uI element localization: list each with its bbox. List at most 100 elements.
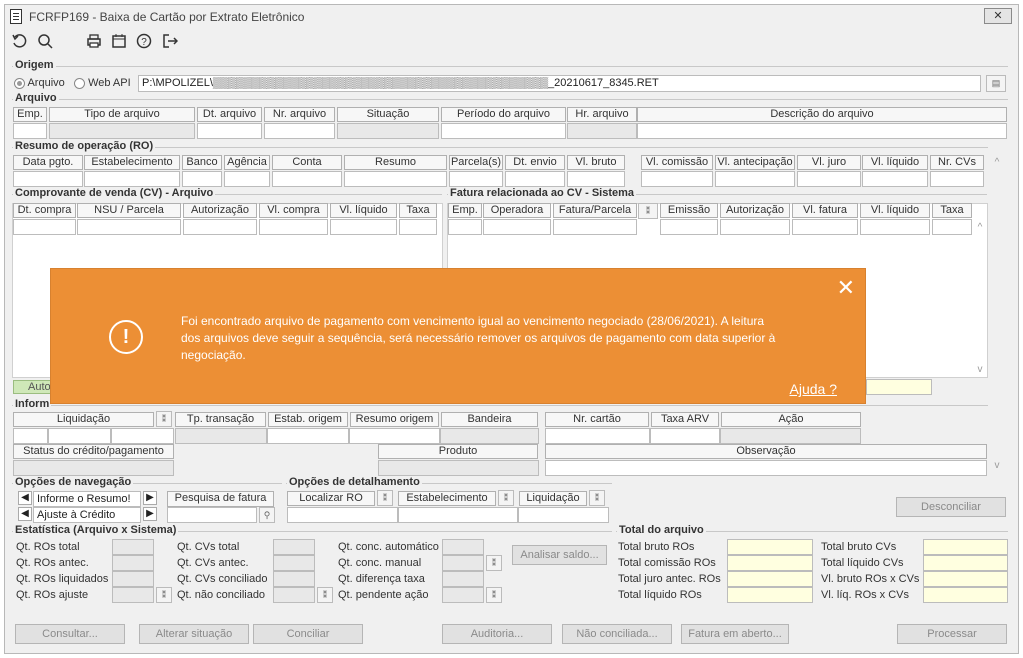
stat-label: Qt. conc. manual — [338, 557, 422, 569]
resumo-cell[interactable] — [797, 171, 861, 187]
fatura-col-header: Operadora — [483, 203, 551, 218]
consultar-button[interactable]: Consultar... — [15, 624, 125, 644]
nr-cartao-field[interactable] — [545, 428, 650, 444]
resumo-select[interactable]: Informe o Resumo! — [33, 491, 141, 507]
cv-cell[interactable] — [77, 219, 181, 235]
arquivo-cell[interactable] — [567, 123, 637, 139]
liquidacao-filter-icon[interactable]: ⁑ — [156, 411, 172, 427]
fatura-aberto-button[interactable]: Fatura em aberto... — [681, 624, 789, 644]
toast-help-link[interactable]: Ajuda ? — [790, 381, 837, 397]
pendente-acao-icon[interactable]: ⁑ — [486, 587, 502, 603]
conc-manual-icon[interactable]: ⁑ — [486, 555, 502, 571]
search-icon[interactable] — [35, 31, 55, 51]
arquivo-cell[interactable] — [337, 123, 439, 139]
prev-resumo-button[interactable]: ◀ — [18, 491, 32, 505]
fatura-filter-icon[interactable]: ⁑ — [638, 203, 658, 219]
resumo-cell[interactable] — [182, 171, 222, 187]
resumo-cell[interactable] — [13, 171, 83, 187]
cv-cell[interactable] — [13, 219, 76, 235]
fatura-cell[interactable] — [792, 219, 858, 235]
toast-close-icon[interactable]: ✕ — [837, 275, 855, 301]
cv-cell[interactable] — [259, 219, 328, 235]
liquidacao-det-filter-icon[interactable]: ⁑ — [589, 490, 605, 506]
arquivo-cell[interactable] — [441, 123, 566, 139]
arquivo-cell[interactable] — [637, 123, 1007, 139]
localizar-ro-input[interactable] — [287, 507, 398, 523]
stat-label: Qt. ROs ajuste — [16, 589, 89, 601]
resumo-cell[interactable] — [715, 171, 795, 187]
file-path-input[interactable]: P:\MPOLIZEL\▒▒▒▒▒▒▒▒▒▒▒▒▒▒▒▒▒▒▒▒▒▒▒▒▒▒▒▒… — [138, 75, 981, 92]
resumo-cell[interactable] — [344, 171, 447, 187]
liquidacao-input[interactable] — [518, 507, 609, 523]
calendar-icon[interactable] — [109, 31, 129, 51]
status-credito-header: Status do crédito/pagamento — [13, 444, 174, 459]
warning-toast: ! Foi encontrado arquivo de pagamento co… — [50, 268, 866, 404]
fatura-cell[interactable] — [720, 219, 790, 235]
exit-icon[interactable] — [160, 31, 180, 51]
localizar-ro-filter-icon[interactable]: ⁑ — [377, 490, 393, 506]
resumo-cell[interactable] — [862, 171, 928, 187]
stat-value — [112, 571, 154, 587]
fatura-cell[interactable] — [483, 219, 551, 235]
browse-file-icon[interactable]: ▤ — [986, 75, 1006, 92]
resumo-cell[interactable] — [505, 171, 565, 187]
help-icon[interactable]: ? — [134, 31, 154, 51]
resumo-cell[interactable] — [641, 171, 713, 187]
info-cell[interactable] — [349, 428, 440, 444]
cv-cell[interactable] — [183, 219, 257, 235]
info-cell[interactable] — [13, 428, 48, 444]
processar-button[interactable]: Processar — [897, 624, 1007, 644]
resumo-cell[interactable] — [930, 171, 984, 187]
print-icon[interactable] — [84, 31, 104, 51]
analisar-saldo-button[interactable]: Analisar saldo... — [512, 545, 607, 565]
cv-cell[interactable] — [330, 219, 397, 235]
undo-icon[interactable] — [9, 31, 29, 51]
estatistica-group-label: Estatística (Arquivo x Sistema) — [13, 524, 179, 536]
ro-ajuste-icon[interactable]: ⁑ — [156, 587, 172, 603]
nao-conciliado-icon[interactable]: ⁑ — [317, 587, 333, 603]
info-cell[interactable] — [48, 428, 111, 444]
nao-conciliada-button[interactable]: Não conciliada... — [562, 624, 672, 644]
cv-cell[interactable] — [399, 219, 437, 235]
close-window-button[interactable]: ✕ — [984, 8, 1012, 24]
conciliar-button[interactable]: Conciliar — [253, 624, 363, 644]
info-cell[interactable] — [267, 428, 349, 444]
search-fatura-icon[interactable]: ⚲ — [259, 507, 275, 523]
observacao-field[interactable] — [545, 460, 987, 476]
ajuste-select[interactable]: Ajuste à Crédito — [33, 507, 141, 523]
estabelecimento-input[interactable] — [398, 507, 518, 523]
radio-web-api[interactable]: Web API — [74, 77, 131, 89]
scroll-up-icon[interactable]: ^ — [990, 157, 1004, 168]
fatura-cell[interactable] — [860, 219, 930, 235]
alterar-situacao-button[interactable]: Alterar situação — [139, 624, 249, 644]
estabelecimento-filter-icon[interactable]: ⁑ — [498, 490, 514, 506]
resumo-cell[interactable] — [224, 171, 270, 187]
arquivo-cell[interactable] — [264, 123, 335, 139]
prev-ajuste-button[interactable]: ◀ — [18, 507, 32, 521]
info-cell[interactable] — [111, 428, 174, 444]
fatura-cell[interactable] — [660, 219, 718, 235]
next-ajuste-button[interactable]: ▶ — [143, 507, 157, 521]
resumo-cell[interactable] — [272, 171, 342, 187]
fatura-cell[interactable] — [448, 219, 482, 235]
info-scroll-down-icon[interactable]: v — [990, 460, 1004, 471]
arquivo-cell[interactable] — [197, 123, 262, 139]
fatura-cell[interactable] — [932, 219, 972, 235]
fatura-scroll-up-icon[interactable]: ^ — [973, 222, 987, 233]
pesquisa-fatura-button[interactable]: Pesquisa de fatura — [167, 491, 274, 507]
arquivo-cell[interactable] — [13, 123, 47, 139]
resumo-col-header: Conta — [272, 155, 342, 170]
resumo-cell[interactable] — [449, 171, 503, 187]
radio-arquivo[interactable]: Arquivo — [14, 77, 65, 89]
taxa-arv-field[interactable] — [650, 428, 720, 444]
fatura-scroll-down-icon[interactable]: v — [973, 364, 987, 375]
desconciliar-button[interactable]: Desconciliar — [896, 497, 1006, 517]
fatura-col-header: Autorização — [720, 203, 790, 218]
next-resumo-button[interactable]: ▶ — [143, 491, 157, 505]
auditoria-button[interactable]: Auditoria... — [442, 624, 552, 644]
resumo-cell[interactable] — [567, 171, 625, 187]
arquivo-cell[interactable] — [49, 123, 195, 139]
fatura-cell[interactable] — [553, 219, 637, 235]
resumo-cell[interactable] — [84, 171, 180, 187]
pesquisa-fatura-input[interactable] — [167, 507, 257, 523]
